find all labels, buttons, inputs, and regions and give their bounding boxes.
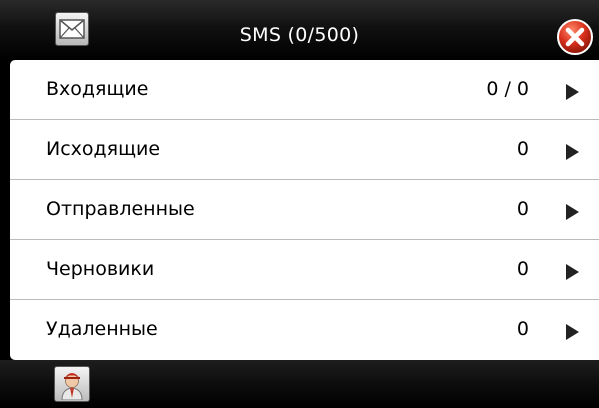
folder-row-outbox[interactable]: Исходящие 0 — [10, 120, 599, 180]
folder-label: Исходящие — [46, 138, 161, 160]
folder-list: Входящие 0 / 0 Исходящие 0 Отправленные … — [10, 60, 599, 360]
close-icon — [557, 19, 593, 55]
folder-count: 0 — [516, 138, 529, 160]
chevron-right-icon — [566, 264, 579, 280]
folder-label: Отправленные — [46, 198, 195, 220]
folder-label: Входящие — [46, 78, 149, 100]
contacts-button[interactable] — [54, 366, 90, 402]
contact-person-icon — [61, 373, 83, 400]
chevron-right-icon — [566, 144, 579, 160]
chevron-right-icon — [566, 324, 579, 340]
chevron-right-icon — [566, 84, 579, 100]
folder-row-inbox[interactable]: Входящие 0 / 0 — [10, 60, 599, 120]
folder-label: Черновики — [46, 258, 155, 280]
folder-row-deleted[interactable]: Удаленные 0 — [10, 300, 599, 360]
folder-row-drafts[interactable]: Черновики 0 — [10, 240, 599, 300]
page-title: SMS (0/500) — [239, 24, 360, 46]
folder-count: 0 / 0 — [486, 78, 529, 100]
folder-count: 0 — [516, 258, 529, 280]
close-button[interactable] — [556, 18, 594, 56]
folder-count: 0 — [516, 198, 529, 220]
chevron-right-icon — [566, 204, 579, 220]
folder-count: 0 — [516, 318, 529, 340]
title-bar: SMS (0/500) — [0, 0, 599, 60]
folder-row-sent[interactable]: Отправленные 0 — [10, 180, 599, 240]
folder-label: Удаленные — [46, 318, 158, 340]
